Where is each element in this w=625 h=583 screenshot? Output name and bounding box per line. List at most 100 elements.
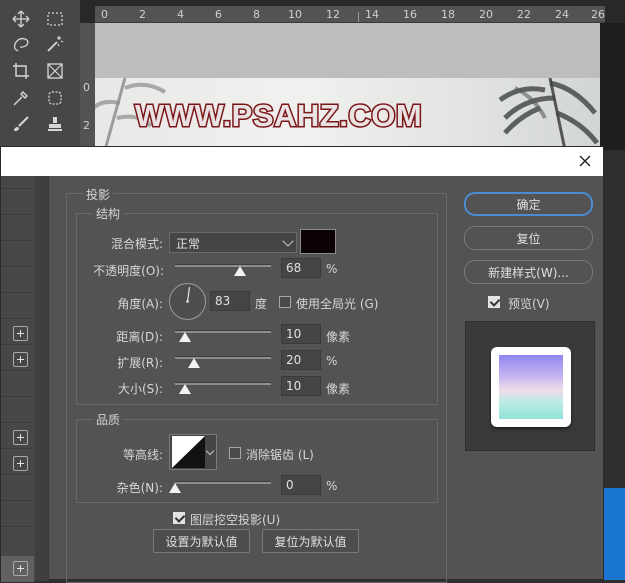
ruler-number: 18 — [441, 8, 455, 21]
ruler-number: 26 — [591, 8, 605, 21]
noise-input[interactable]: 0 — [281, 475, 321, 495]
distance-input[interactable]: 10 — [281, 324, 321, 344]
eyedropper-tool-icon[interactable] — [10, 87, 32, 109]
desktop-background — [604, 488, 625, 580]
document-edge — [600, 23, 625, 150]
ruler-number: 2 — [139, 8, 146, 21]
list-scrollbar[interactable] — [35, 176, 48, 581]
global-light-checkbox[interactable] — [279, 296, 291, 308]
global-light-label: 使用全局光 (G) — [296, 297, 379, 311]
spread-slider-thumb[interactable] — [188, 358, 200, 368]
contour-picker[interactable] — [169, 434, 217, 470]
ruler-number: 6 — [215, 8, 222, 21]
preview-checkbox[interactable] — [488, 296, 500, 308]
list-divider — [1, 188, 34, 189]
ok-button[interactable]: 确定 — [464, 192, 593, 216]
frame-tool-icon[interactable] — [44, 60, 66, 82]
dialog-titlebar — [1, 147, 603, 176]
noise-slider-track[interactable] — [175, 481, 271, 484]
add-style-plus-icon[interactable] — [13, 326, 28, 341]
distance-slider-thumb[interactable] — [179, 332, 191, 342]
size-label: 大小(S): — [117, 382, 163, 396]
size-slider-thumb[interactable] — [179, 384, 191, 394]
antialias-checkbox[interactable] — [229, 447, 241, 459]
ruler-number: 24 — [555, 8, 569, 21]
preview-label: 预览(V) — [508, 297, 550, 311]
size-unit: 像素 — [326, 382, 351, 396]
list-divider — [1, 500, 34, 501]
opacity-slider-track[interactable] — [175, 264, 271, 267]
distance-unit: 像素 — [326, 330, 351, 344]
ruler-number: 20 — [479, 8, 493, 21]
blend-mode-value: 正常 — [176, 237, 201, 251]
chevron-down-icon — [282, 235, 294, 247]
contour-linear-icon — [172, 436, 205, 468]
preview-gradient — [499, 355, 563, 419]
noise-label: 杂色(N): — [116, 481, 163, 495]
close-icon[interactable] — [575, 151, 595, 171]
list-divider — [1, 240, 34, 241]
ruler-number: 4 — [177, 8, 184, 21]
noise-unit: % — [326, 479, 338, 493]
angle-unit: 度 — [255, 297, 268, 311]
antialias-label: 消除锯齿 (L) — [246, 448, 314, 462]
angle-input[interactable]: 83 — [210, 291, 250, 311]
ruler-number: 16 — [403, 8, 417, 21]
spread-input[interactable]: 20 — [281, 350, 321, 370]
drop-shadow-title: 投影 — [83, 186, 114, 203]
list-divider — [1, 474, 34, 475]
marquee-tool-icon[interactable] — [44, 8, 66, 30]
reset-button[interactable]: 复位 — [464, 226, 593, 250]
vertical-ruler: 0 2 — [80, 23, 95, 150]
list-divider — [1, 344, 34, 345]
ruler-number: 0 — [83, 81, 90, 94]
add-style-plus-icon[interactable] — [13, 456, 28, 471]
angle-dial-icon[interactable] — [169, 283, 206, 320]
list-divider — [1, 370, 34, 371]
opacity-label: 不透明度(O): — [93, 264, 164, 278]
stamp-tool-icon[interactable] — [44, 113, 66, 135]
structure-title: 结构 — [93, 205, 124, 222]
set-default-button[interactable]: 设置为默认值 — [153, 529, 250, 553]
ruler-number: 2 — [83, 119, 90, 132]
brush-tool-icon[interactable] — [10, 113, 32, 135]
ruler-number: 22 — [517, 8, 531, 21]
ruler-number: 0 — [101, 8, 108, 21]
crop-tool-icon[interactable] — [10, 60, 32, 82]
add-style-plus-icon[interactable] — [13, 430, 28, 445]
size-input[interactable]: 10 — [281, 376, 321, 396]
magic-wand-tool-icon[interactable] — [44, 33, 66, 55]
ruler-number: 8 — [253, 8, 260, 21]
angle-label: 角度(A): — [117, 297, 163, 311]
preview-thumbnail — [465, 321, 595, 451]
spot-heal-tool-icon[interactable] — [44, 87, 66, 109]
canvas-banner-image: WWW.PSAHZ.COM — [95, 78, 600, 150]
canvas-transparent-area — [95, 23, 600, 78]
style-list-panel — [1, 176, 49, 582]
layer-style-dialog: 投影 结构 混合模式: 正常 不透明度(O): 68 % 角度(A): 83 度… — [0, 146, 604, 583]
list-divider — [1, 318, 34, 319]
ruler-number: 10 — [288, 8, 302, 21]
ruler-number: 12 — [326, 8, 340, 21]
knockout-checkbox[interactable] — [173, 512, 185, 524]
blend-mode-label: 混合模式: — [110, 237, 163, 251]
blend-mode-select[interactable]: 正常 — [169, 232, 297, 253]
lasso-tool-icon[interactable] — [10, 33, 32, 55]
opacity-slider-thumb[interactable] — [234, 266, 246, 276]
distance-label: 距离(D): — [116, 330, 163, 344]
tools-panel — [0, 0, 80, 150]
move-tool-icon[interactable] — [10, 8, 32, 30]
reset-default-button[interactable]: 复位为默认值 — [262, 529, 359, 553]
new-style-button[interactable]: 新建样式(W)... — [464, 260, 593, 284]
ruler-number: 14 — [365, 8, 379, 21]
opacity-input[interactable]: 68 — [281, 258, 321, 278]
list-divider — [1, 292, 34, 293]
preview-swatch — [491, 347, 571, 427]
add-style-plus-icon[interactable] — [13, 561, 28, 576]
chevron-down-icon — [205, 446, 215, 456]
horizontal-ruler: 0 2 4 6 8 10 12 14 16 18 20 22 24 26 — [95, 6, 605, 23]
noise-slider-thumb[interactable] — [169, 483, 181, 493]
add-style-plus-icon[interactable] — [13, 352, 28, 367]
shadow-color-swatch[interactable] — [300, 229, 336, 254]
spread-label: 扩展(R): — [117, 356, 163, 370]
